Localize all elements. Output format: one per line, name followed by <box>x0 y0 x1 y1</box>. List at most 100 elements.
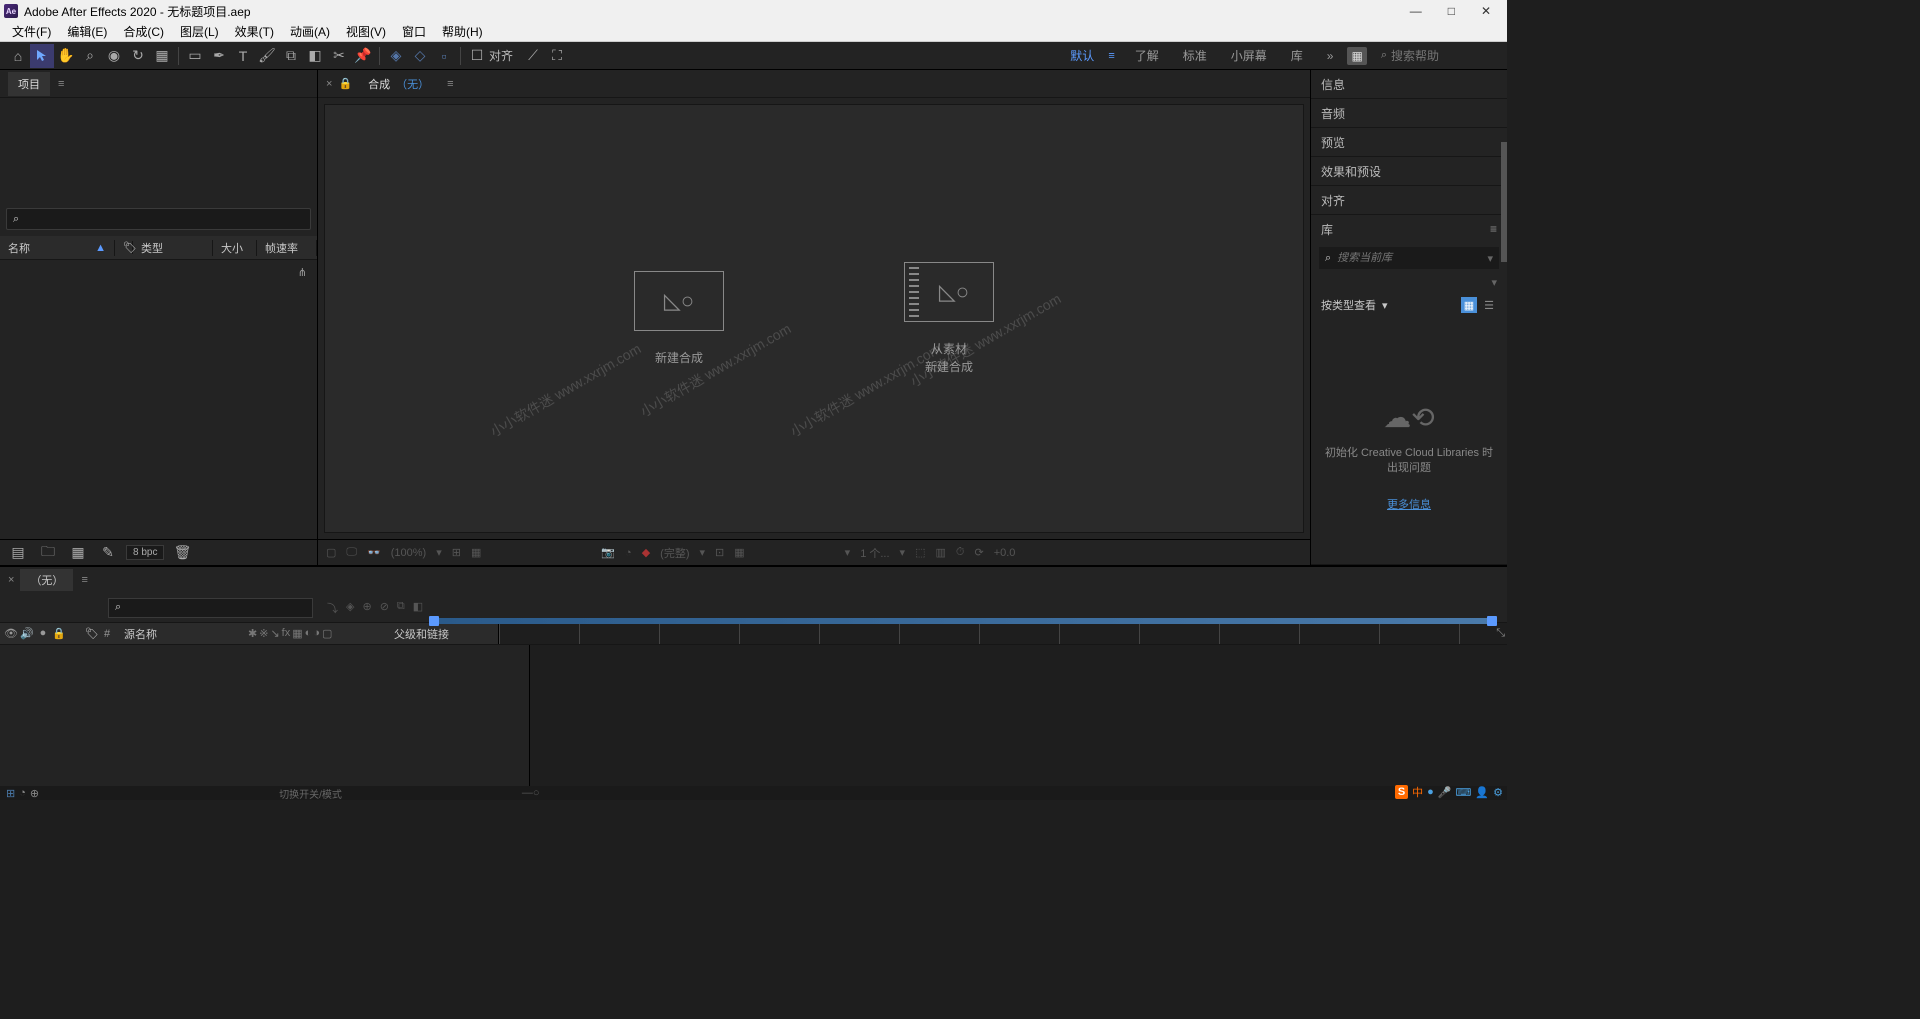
camera-tool[interactable]: ▦ <box>150 44 174 68</box>
timeline-ruler[interactable] <box>498 623 1507 644</box>
library-search-input[interactable] <box>1337 252 1481 264</box>
tl-tool-icon[interactable]: ⤵ <box>327 600 338 616</box>
library-menu-icon[interactable]: ≡ <box>1490 222 1497 236</box>
menu-effect[interactable]: 效果(T) <box>227 23 282 40</box>
tl-col-source-name[interactable]: 源名称 <box>118 626 248 642</box>
new-comp-from-footage-button[interactable]: ◺○ 从素材 新建合成 <box>854 232 1044 406</box>
timeline-tab[interactable]: （无） <box>20 569 73 591</box>
home-tool[interactable]: ⌂ <box>6 44 30 68</box>
panel-effects[interactable]: 效果和预设 <box>1311 157 1507 185</box>
menu-window[interactable]: 窗口 <box>394 23 434 40</box>
switch-icon[interactable]: ▦ <box>292 627 302 640</box>
text-tool[interactable]: T <box>231 44 255 68</box>
tray-icon[interactable]: 中 <box>1412 784 1423 800</box>
cf-exposure[interactable]: +0.0 <box>994 547 1016 559</box>
hand-tool[interactable]: ✋ <box>54 44 78 68</box>
col-size[interactable]: 大小 <box>213 240 257 256</box>
menu-file[interactable]: 文件(F) <box>4 23 59 40</box>
tray-icon[interactable]: ● <box>1427 786 1434 798</box>
ws-menu-indicator-icon[interactable]: ≡ <box>1108 50 1114 62</box>
project-search[interactable]: ⌕ <box>6 208 311 230</box>
menu-layer[interactable]: 图层(L) <box>172 23 227 40</box>
lib-list-view-icon[interactable]: ☰ <box>1481 297 1497 313</box>
ws-tab-library[interactable]: 库 <box>1281 43 1313 68</box>
tray-icon[interactable]: 🎤 <box>1438 786 1452 799</box>
selection-tool[interactable] <box>30 44 54 68</box>
shape-tool[interactable]: ▭ <box>183 44 207 68</box>
menu-view[interactable]: 视图(V) <box>338 23 394 40</box>
cf-camera-count[interactable]: 1 个... <box>860 545 889 561</box>
menu-edit[interactable]: 编辑(E) <box>59 23 115 40</box>
interpret-footage-icon[interactable]: ▤ <box>6 541 30 565</box>
brush-tool[interactable]: 🖌 <box>255 44 279 68</box>
tl-zoom-slider[interactable]: ○ <box>533 787 540 799</box>
tl-col-parent-link[interactable]: 父级和链接 <box>388 626 498 642</box>
roto-tool[interactable]: ✂ <box>327 44 351 68</box>
edit-icon[interactable]: ✎ <box>96 541 120 565</box>
mesh-tool-b[interactable]: ◇ <box>408 44 432 68</box>
cf-show-snapshot-icon[interactable]: ◔ <box>625 547 632 559</box>
snap-opt-b[interactable]: ⛶ <box>545 44 569 68</box>
new-folder-icon[interactable]: 🗀 <box>36 541 60 565</box>
delete-icon[interactable]: 🗑 <box>170 541 194 565</box>
cf-mask-icon[interactable]: 👓 <box>367 546 381 559</box>
tl-tool-icon[interactable]: ⧉ <box>397 600 405 616</box>
cf-res-icon[interactable]: ⊞ <box>452 546 461 559</box>
cf-monitor-icon[interactable]: 🖵 <box>346 546 357 559</box>
new-composition-button[interactable]: ◺○ 新建合成 <box>584 241 774 397</box>
panel-align[interactable]: 对齐 <box>1311 186 1507 214</box>
lock-icon[interactable]: 🔒 <box>338 77 352 90</box>
col-type[interactable]: 类型 <box>133 240 213 256</box>
tl-col-number[interactable]: # <box>104 628 118 640</box>
menu-help[interactable]: 帮助(H) <box>434 23 491 40</box>
col-name[interactable]: 名称 ▲ <box>0 240 115 256</box>
tl-footer-icon[interactable]: ⊕ <box>30 787 39 800</box>
rotate-tool[interactable]: ↻ <box>126 44 150 68</box>
switch-icon[interactable]: ▢ <box>322 627 332 640</box>
timeline-panel-menu-icon[interactable]: ≡ <box>81 574 87 586</box>
cf-3d-icon[interactable]: ⬚ <box>915 546 925 559</box>
switch-icon[interactable]: ◑ <box>313 627 320 640</box>
maximize-button[interactable]: □ <box>1444 4 1459 18</box>
zoom-tool[interactable]: ⌕ <box>78 44 102 68</box>
minimize-button[interactable]: — <box>1406 4 1426 18</box>
project-panel-tab[interactable]: 项目 <box>8 72 50 96</box>
tl-footer-hint[interactable]: 切换开关/模式 <box>279 786 342 801</box>
cf-timecode-icon[interactable]: ⏱ <box>956 546 965 559</box>
menu-animation[interactable]: 动画(A) <box>282 23 338 40</box>
dropdown-icon[interactable]: ▾ <box>1487 252 1493 265</box>
library-search[interactable]: ⌕ ▾ <box>1319 247 1499 269</box>
library-more-info-link[interactable]: 更多信息 <box>1387 496 1431 512</box>
panel-audio[interactable]: 音频 <box>1311 99 1507 127</box>
mesh-tool-c[interactable]: ▫ <box>432 44 456 68</box>
switch-icon[interactable]: fx <box>282 627 291 640</box>
orbit-tool[interactable]: ◉ <box>102 44 126 68</box>
tl-footer-icon[interactable]: ⊞ <box>6 787 15 800</box>
timeline-expand-icon[interactable]: ⤡ <box>1496 627 1505 640</box>
switch-icon[interactable]: ✱ <box>248 627 257 640</box>
switch-icon[interactable]: ※ <box>259 627 268 640</box>
tray-icon[interactable]: 👤 <box>1475 786 1489 799</box>
cf-dropdown-icon[interactable]: ▾ <box>845 546 851 559</box>
timeline-tracks[interactable] <box>529 645 1507 800</box>
project-search-input[interactable] <box>19 212 304 227</box>
cf-refresh-icon[interactable]: ⟳ <box>974 546 983 559</box>
ws-grid-icon[interactable]: ▦ <box>1347 47 1366 65</box>
lock-icon[interactable]: 🔒 <box>52 627 66 640</box>
mesh-tool-a[interactable]: ◈ <box>384 44 408 68</box>
speaker-icon[interactable]: 🔊 <box>20 627 34 640</box>
panel-library[interactable]: 库 ≡ <box>1311 215 1507 243</box>
clone-tool[interactable]: ⧉ <box>279 44 303 68</box>
tl-tool-icon[interactable]: ⊕ <box>362 600 371 616</box>
right-scrollbar[interactable] <box>1501 142 1507 262</box>
timeline-layer-list[interactable] <box>0 645 529 800</box>
close-button[interactable]: ✕ <box>1477 4 1495 18</box>
cf-channel-icon[interactable]: ▦ <box>471 546 481 559</box>
cf-snapshot-icon[interactable]: 📷 <box>601 546 615 559</box>
panel-info[interactable]: 信息 <box>1311 70 1507 98</box>
comp-tab-close-icon[interactable]: × <box>326 78 332 90</box>
new-comp-icon[interactable]: ▦ <box>66 541 90 565</box>
cf-dropdown-icon[interactable]: ▾ <box>436 546 442 559</box>
panel-preview[interactable]: 预览 <box>1311 128 1507 156</box>
ws-tab-default[interactable]: 默认 <box>1060 43 1104 68</box>
